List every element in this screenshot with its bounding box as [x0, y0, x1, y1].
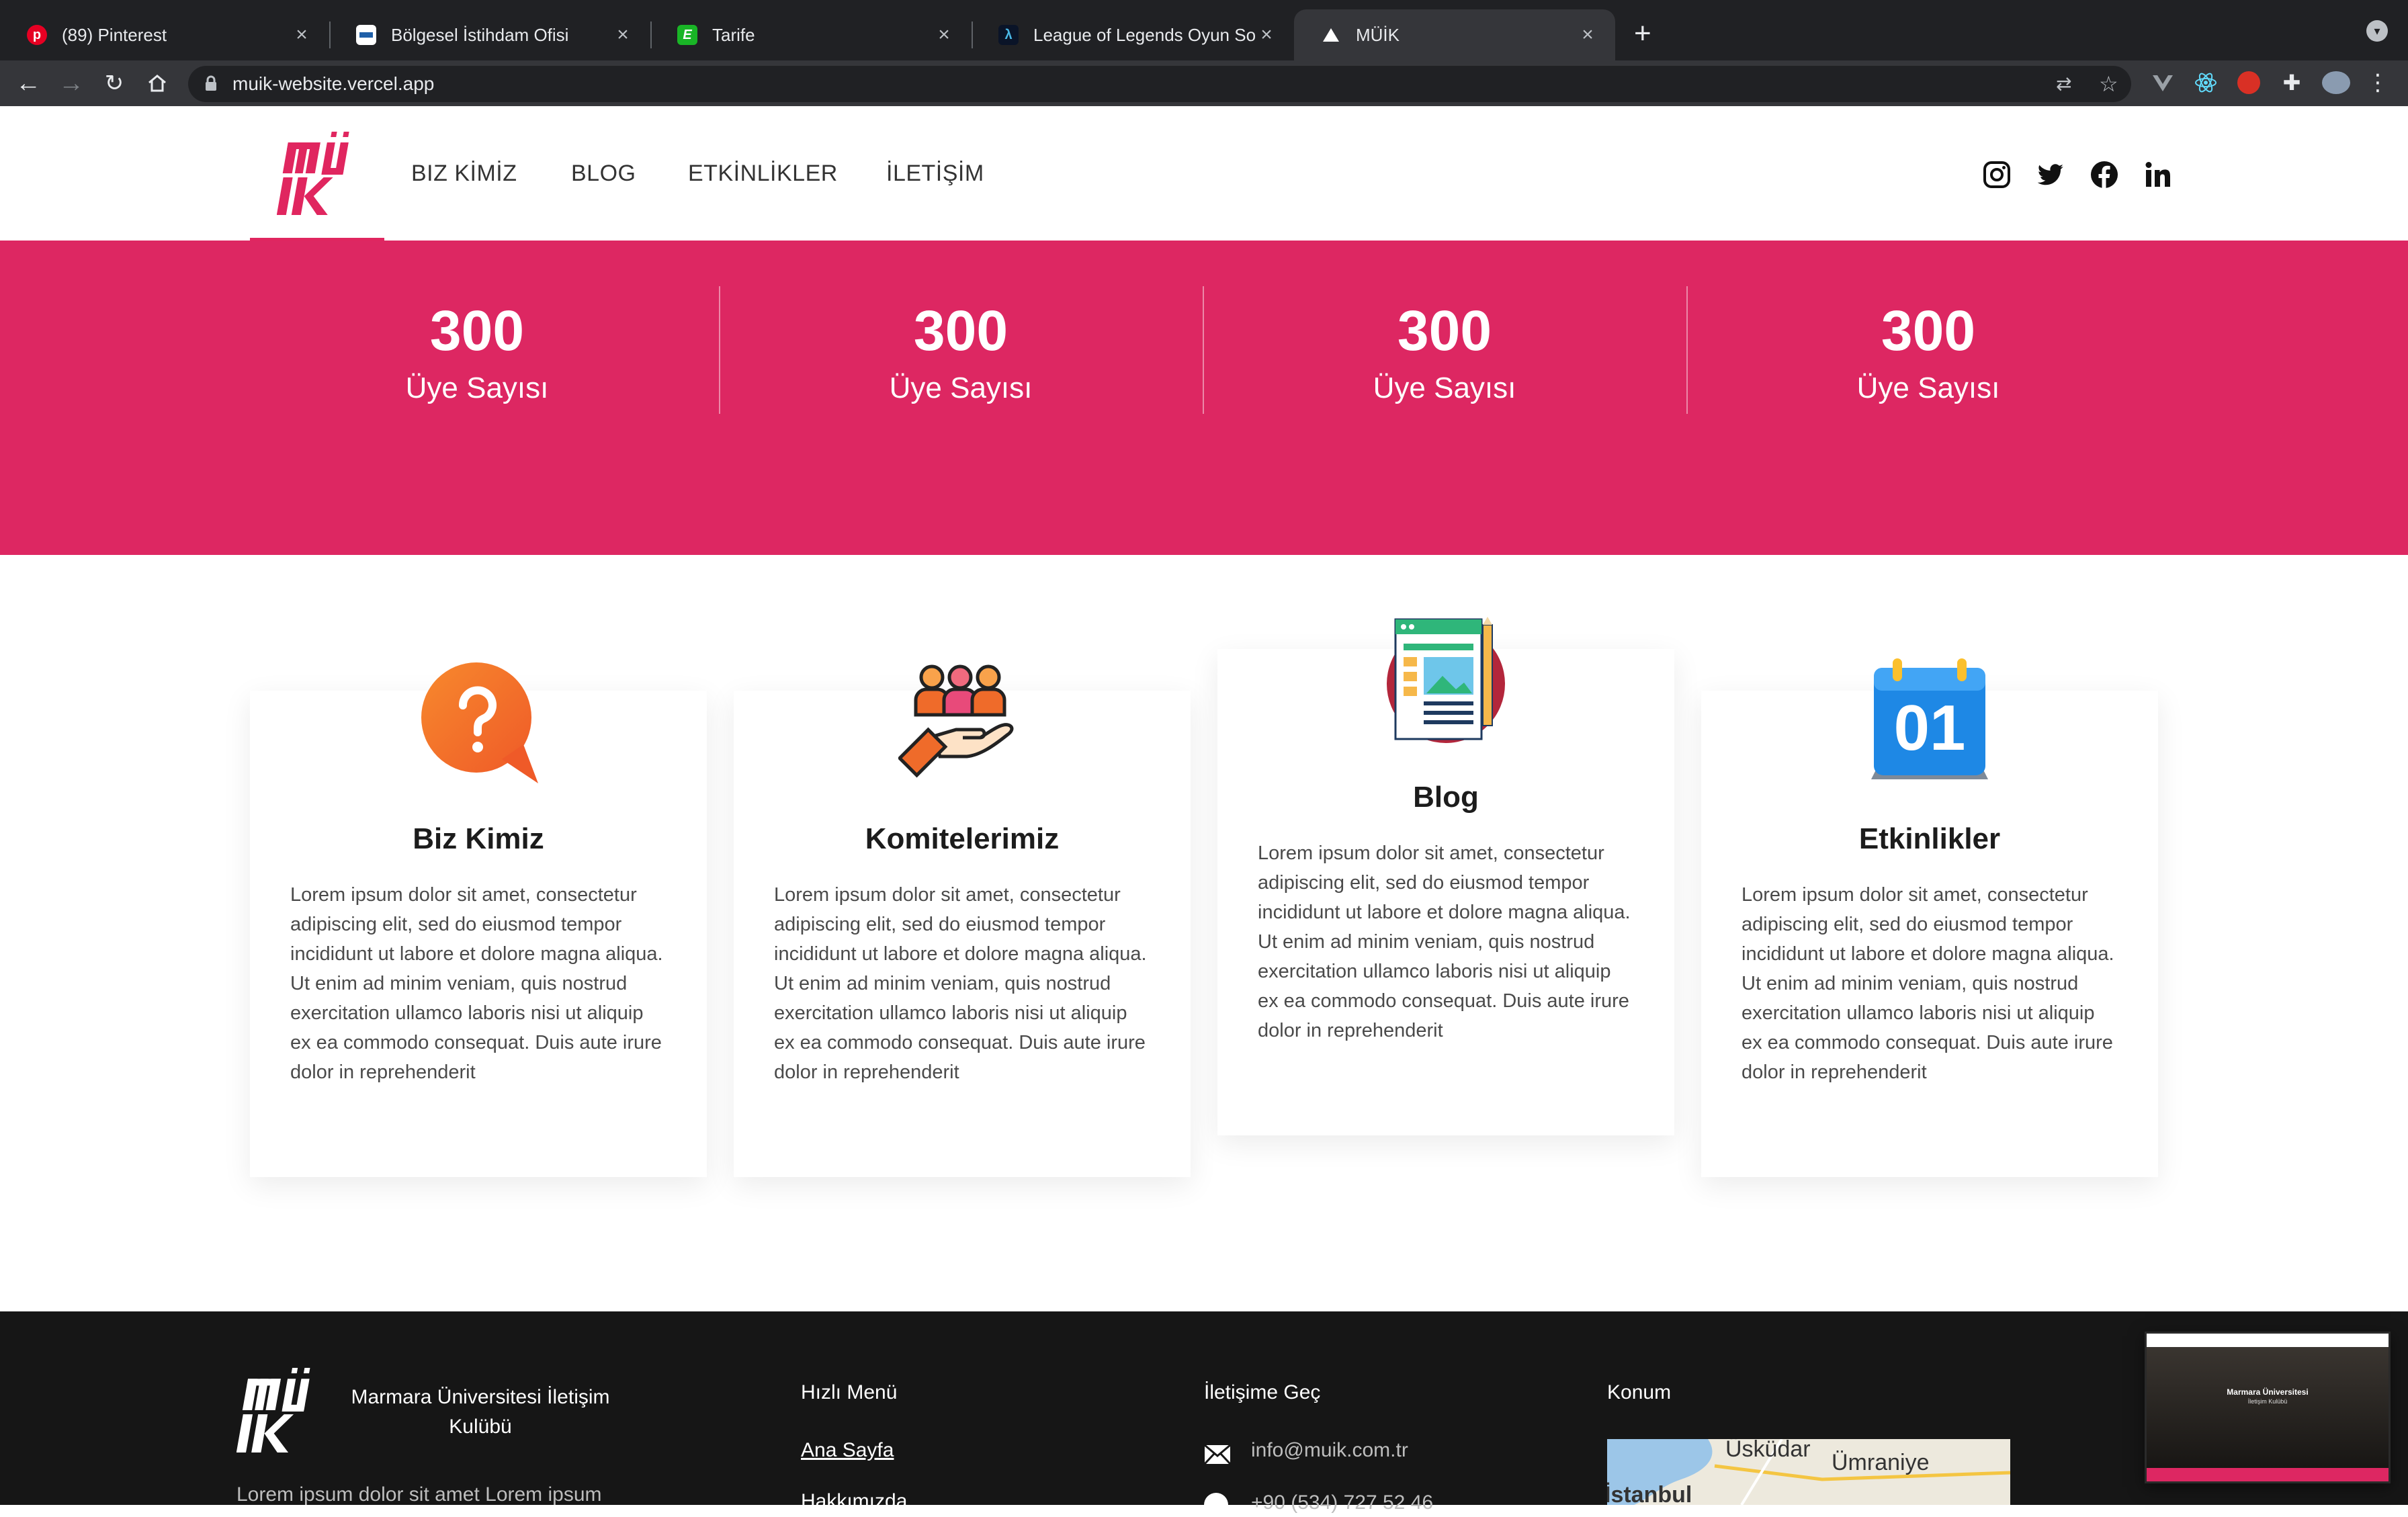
url-text: muik-website.vercel.app [232, 73, 435, 94]
istihdam-icon [356, 25, 376, 45]
stat-item: 300 Üye Sayısı [719, 241, 1203, 407]
footer-about-text: Lorem ipsum dolor sit amet Lorem ipsum [236, 1483, 602, 1506]
browser-tab-pinterest[interactable]: p (89) Pinterest × [0, 9, 329, 60]
tarife-icon: E [677, 25, 697, 45]
card-biz-kimiz[interactable]: Biz Kimiz Lorem ipsum dolor sit amet, co… [250, 662, 707, 1177]
close-icon[interactable]: × [292, 24, 312, 46]
calendar-icon: 01 [1871, 658, 1988, 779]
contact-email[interactable]: info@muik.com.tr [1251, 1439, 1408, 1462]
pip-title: Marmara Üniversitesi [2227, 1387, 2309, 1397]
muik-logo[interactable] [277, 130, 356, 216]
stats-band: 300 Üye Sayısı 300 Üye Sayısı 300 Üye Sa… [0, 241, 2408, 555]
contact-phone[interactable]: +90 (534) 727 52 46 [1251, 1491, 1433, 1514]
tab-title: Tarife [712, 24, 755, 45]
tab-title: Bölgesel İstihdam Ofisi [391, 24, 569, 45]
pinterest-icon: p [27, 25, 47, 45]
phone-icon [1204, 1493, 1228, 1517]
stat-label: Üye Sayısı [1373, 372, 1516, 404]
map-label: İstanbul [1607, 1482, 1692, 1505]
quick-menu-heading: Hızlı Menü [801, 1381, 898, 1403]
stat-value: 300 [1397, 299, 1492, 362]
address-bar[interactable]: muik-website.vercel.app ⇄ ☆ [188, 66, 2131, 102]
mail-icon [1204, 1444, 1231, 1465]
linkedin-icon[interactable] [2143, 160, 2173, 189]
contact-heading: İletişime Geç [1204, 1381, 1321, 1403]
stat-item: 300 Üye Sayısı [1686, 241, 2170, 407]
lol-icon: λ [998, 25, 1019, 45]
question-bubble-icon [421, 662, 538, 783]
map-label: Ümraniye [1832, 1450, 1930, 1475]
team-hand-icon [898, 664, 1014, 778]
facebook-icon[interactable] [2090, 160, 2119, 189]
tab-title: MÜİK [1356, 24, 1400, 45]
card-etkinlikler[interactable]: 01 Etkinlikler Lorem ipsum dolor sit ame… [1701, 658, 2158, 1177]
browser-menu-icon[interactable]: ⋮ [2366, 71, 2389, 94]
nav-blog[interactable]: BLOG [571, 106, 636, 241]
site-header: BIZ KİMİZ BLOG ETKİNLİKLER İLETİŞİM [0, 106, 2408, 241]
forward-icon[interactable]: → [54, 66, 89, 101]
blog-page-icon [1387, 617, 1505, 743]
nav-etkinlikler[interactable]: ETKİNLİKLER [688, 106, 838, 241]
browser-toolbar: ← → ↻ muik-website.vercel.app ⇄ ☆ ✚ ⋮ [0, 60, 2408, 106]
stat-item: 300 Üye Sayısı [1203, 241, 1686, 407]
tab-search-icon[interactable]: ▾ [2366, 20, 2388, 42]
new-tab-button[interactable]: + [1634, 15, 1651, 52]
vercel-icon [1321, 25, 1341, 45]
close-icon[interactable]: × [1256, 24, 1277, 46]
close-icon[interactable]: × [613, 24, 633, 46]
nav-iletisim[interactable]: İLETİŞİM [886, 106, 984, 241]
tab-title: League of Legends Oyun Sonra [1033, 24, 1256, 45]
bookmark-star-icon[interactable]: ☆ [2099, 66, 2118, 102]
card-text: Lorem ipsum dolor sit amet, consectetur … [1742, 884, 2114, 1083]
stat-value: 300 [1881, 299, 1976, 362]
location-heading: Konum [1607, 1381, 1672, 1403]
card-title: Etkinlikler [1858, 822, 2001, 855]
card-title: Biz Kimiz [413, 822, 544, 855]
card-title: Komitelerimiz [865, 822, 1060, 855]
pip-subtitle: İletişim Kulübü [2247, 1398, 2288, 1405]
reload-icon[interactable]: ↻ [97, 66, 132, 101]
adblock-icon[interactable] [2237, 71, 2260, 94]
site-footer: Marmara Üniversitesi İletişim Kulübü Lor… [0, 1311, 2408, 1517]
nav-biz-kimiz[interactable]: BIZ KİMİZ [411, 106, 517, 241]
back-icon[interactable]: ← [11, 66, 46, 101]
card-text: Lorem ipsum dolor sit amet, consectetur … [290, 884, 663, 1083]
close-icon[interactable]: × [934, 24, 954, 46]
calendar-day-label: 01 [1894, 692, 1966, 764]
tab-title: (89) Pinterest [62, 24, 167, 45]
card-blog[interactable]: Blog Lorem ipsum dolor sit amet, consect… [1217, 617, 1674, 1135]
twitter-icon[interactable] [2036, 160, 2065, 189]
stat-value: 300 [429, 299, 525, 362]
card-text: Lorem ipsum dolor sit amet, consectetur … [774, 884, 1147, 1083]
footer-link-hakkimizda[interactable]: Hakkımızda [801, 1490, 907, 1513]
stat-label: Üye Sayısı [889, 372, 1033, 404]
browser-tab-lol[interactable]: λ League of Legends Oyun Sonra × [972, 9, 1294, 60]
instagram-icon[interactable] [1982, 160, 2012, 189]
lock-icon [206, 75, 216, 91]
home-icon[interactable] [140, 66, 175, 101]
close-icon[interactable]: × [1578, 24, 1598, 46]
footer-link-ana-sayfa[interactable]: Ana Sayfa [801, 1439, 894, 1462]
profile-avatar-icon[interactable] [2322, 71, 2350, 94]
browser-tab-muik[interactable]: MÜİK × [1294, 9, 1615, 60]
browser-tab-strip: p (89) Pinterest × Bölgesel İstihdam Ofi… [0, 0, 2408, 60]
browser-tab-tarife[interactable]: E Tarife × [650, 9, 972, 60]
card-text: Lorem ipsum dolor sit amet, consectetur … [1258, 842, 1631, 1041]
stat-item: 300 Üye Sayısı [235, 241, 719, 407]
extensions-puzzle-icon[interactable]: ✚ [2280, 71, 2303, 94]
pip-preview[interactable]: Marmara Üniversitesi İletişim Kulübü [2145, 1332, 2391, 1483]
translate-icon[interactable]: ⇄ [2056, 66, 2071, 102]
stat-label: Üye Sayısı [1856, 372, 2000, 404]
map-label: Üsküdar [1725, 1439, 1811, 1462]
browser-tab-istihdam[interactable]: Bölgesel İstihdam Ofisi × [329, 9, 650, 60]
stat-label: Üye Sayısı [405, 372, 549, 404]
location-map[interactable]: Üsküdar Ümraniye İstanbul [1607, 1439, 2010, 1505]
footer-club-name: Marmara Üniversitesi İletişim Kulübü [351, 1386, 610, 1438]
card-title: Blog [1413, 781, 1479, 814]
card-komitelerimiz[interactable]: Komitelerimiz Lorem ipsum dolor sit amet… [734, 664, 1191, 1177]
vue-devtools-icon[interactable] [2151, 71, 2174, 94]
stat-value: 300 [913, 299, 1008, 362]
footer-logo[interactable] [236, 1365, 317, 1455]
react-devtools-icon[interactable] [2194, 71, 2217, 94]
